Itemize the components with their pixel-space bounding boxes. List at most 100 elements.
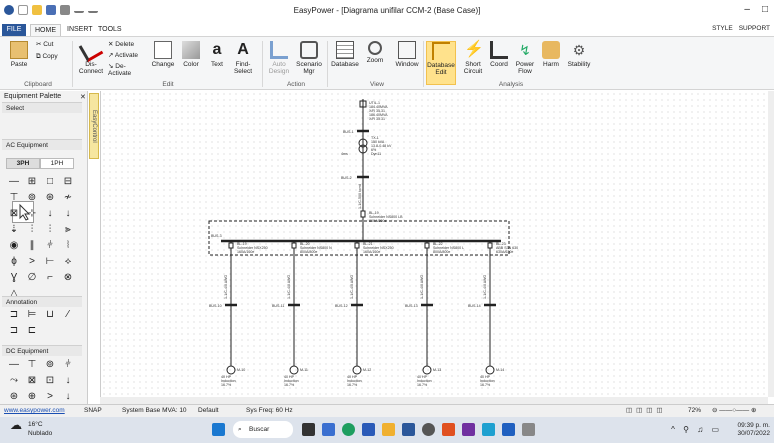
palette-symbol-icon[interactable]: ⊐ xyxy=(8,325,20,337)
palette-symbol-icon[interactable]: ↓ xyxy=(44,208,56,220)
palette-symbol-icon[interactable]: ⊤ xyxy=(8,192,20,204)
palette-symbol-icon[interactable]: ⊚ xyxy=(44,359,56,371)
motor-symbol[interactable] xyxy=(289,365,299,375)
palette-symbol-icon[interactable]: ⊗ xyxy=(62,272,74,284)
paste-button[interactable]: Paste xyxy=(4,41,34,68)
palette-symbol-icon[interactable]: ⊢ xyxy=(44,256,56,268)
delete-button[interactable]: ✕ Delete xyxy=(108,41,142,48)
palette-symbol-icon[interactable]: ∅ xyxy=(26,272,38,284)
edge-icon[interactable] xyxy=(342,423,355,436)
palette-symbol-icon[interactable]: ⊟ xyxy=(62,176,74,188)
tab-1ph[interactable]: 1PH xyxy=(40,158,74,169)
auto-design-button[interactable]: Auto Design xyxy=(264,41,294,75)
windows-start-icon[interactable] xyxy=(212,423,225,436)
file-explorer-icon[interactable] xyxy=(382,423,395,436)
window-button[interactable]: Window xyxy=(392,41,422,68)
tab-tools[interactable]: TOOLS xyxy=(94,24,126,36)
palette-symbol-icon[interactable]: ⌐ xyxy=(44,272,56,284)
palette-symbol-icon[interactable]: ↓ xyxy=(62,375,74,387)
motor-symbol[interactable] xyxy=(226,365,236,375)
palette-symbol-icon[interactable]: ⊏ xyxy=(26,325,38,337)
tab-3ph[interactable]: 3PH xyxy=(6,158,40,169)
app-icon[interactable] xyxy=(462,423,475,436)
scenario-manager-button[interactable]: Scenario Mgr xyxy=(294,41,324,75)
copy-button[interactable]: ⧉ Copy xyxy=(36,53,70,60)
database-view-button[interactable]: Database xyxy=(330,41,360,68)
restore-button[interactable]: □ xyxy=(762,4,768,15)
palette-symbol-icon[interactable]: — xyxy=(8,359,20,371)
palette-symbol-icon[interactable]: ⫶ xyxy=(26,224,38,236)
website-link[interactable]: www.easypower.com xyxy=(4,407,65,414)
feeder-breaker[interactable] xyxy=(354,242,360,249)
palette-symbol-icon[interactable]: ⫩ xyxy=(44,240,56,252)
palette-symbol-icon[interactable]: ⟡ xyxy=(62,256,74,268)
palette-symbol-icon[interactable]: ⦚ xyxy=(62,240,74,252)
palette-symbol-icon[interactable]: ⊤ xyxy=(26,359,38,371)
palette-symbol-icon[interactable]: ⊔ xyxy=(44,309,56,321)
palette-symbol-icon[interactable]: ⇣ xyxy=(8,224,20,236)
palette-symbol-icon[interactable]: > xyxy=(26,256,38,268)
palette-symbol-icon[interactable]: ⊨ xyxy=(26,309,38,321)
taskbar-search[interactable]: ⌕ Buscar xyxy=(233,421,293,438)
support-menu[interactable]: SUPPORT xyxy=(739,25,770,32)
tab-insert[interactable]: INSERT xyxy=(63,24,97,36)
store-icon[interactable] xyxy=(402,423,415,436)
annotation-section-header[interactable]: Annotation xyxy=(2,296,82,307)
palette-symbol-icon[interactable]: > xyxy=(44,391,56,403)
zoom-slider[interactable]: ⊖ ——○—— ⊕ xyxy=(712,405,756,417)
stability-button[interactable]: ⚙ Stability xyxy=(564,41,594,68)
palette-close-icon[interactable]: ✕ xyxy=(76,93,86,101)
palette-symbol-icon[interactable] xyxy=(44,325,56,337)
clock[interactable]: 09:39 p. m. 30/07/2022 xyxy=(737,422,770,438)
palette-symbol-icon[interactable]: ϕ xyxy=(8,256,20,268)
zoom-button[interactable]: Zoom xyxy=(360,41,390,64)
palette-symbol-icon[interactable]: ↓ xyxy=(62,208,74,220)
office-icon[interactable] xyxy=(442,423,455,436)
palette-symbol-icon[interactable]: ◉ xyxy=(8,240,20,252)
motor-symbol[interactable] xyxy=(485,365,495,375)
palette-symbol-icon[interactable]: ⁄ xyxy=(62,309,74,321)
select-section-header[interactable]: Select xyxy=(2,102,82,113)
harm-button[interactable]: Harm xyxy=(536,41,566,68)
system-tray[interactable]: ^ ⚲ ♫ ▭ xyxy=(671,425,722,434)
mail-icon[interactable] xyxy=(482,423,495,436)
palette-symbol-icon[interactable]: ⫸ xyxy=(62,224,74,236)
disconnect-button[interactable]: Dis-Connect xyxy=(76,37,106,75)
palette-symbol-icon[interactable]: ⫩ xyxy=(62,359,74,371)
palette-symbol-icon[interactable]: ↓ xyxy=(62,391,74,403)
palette-symbol-icon[interactable]: ⤳ xyxy=(8,375,20,387)
activate-button[interactable]: ↗ Activate xyxy=(108,52,142,59)
palette-symbol-icon[interactable]: ≁ xyxy=(62,192,74,204)
find-select-button[interactable]: A Find-Select xyxy=(228,41,258,75)
app-icon[interactable] xyxy=(522,423,535,436)
task-view-icon[interactable] xyxy=(302,423,315,436)
palette-symbol-icon[interactable]: ∥ xyxy=(26,240,38,252)
change-button[interactable]: Change xyxy=(148,41,178,68)
diagram-canvas[interactable]: UTIL-1 184.40MVA X/R 35.31 186.40MVA X/R 35.… xyxy=(100,91,768,397)
motor-symbol[interactable] xyxy=(422,365,432,375)
palette-symbol-icon[interactable]: ⊠ xyxy=(8,208,20,220)
main-breaker[interactable] xyxy=(360,210,366,218)
palette-symbol-icon[interactable]: ⊛ xyxy=(8,391,20,403)
teams-icon[interactable] xyxy=(322,423,335,436)
palette-symbol-icon[interactable]: ⊕ xyxy=(26,391,38,403)
cut-button[interactable]: ✂ Cut xyxy=(36,41,70,48)
feeder-breaker[interactable] xyxy=(424,242,430,249)
palette-symbol-icon[interactable]: Ɣ xyxy=(8,272,20,284)
palette-symbol-icon[interactable]: ⊛ xyxy=(44,192,56,204)
feeder-breaker[interactable] xyxy=(228,242,234,249)
palette-symbol-icon[interactable]: □ xyxy=(44,176,56,188)
feeder-breaker[interactable] xyxy=(291,242,297,249)
app-icon[interactable] xyxy=(422,423,435,436)
word-icon[interactable] xyxy=(362,423,375,436)
tab-file[interactable]: FILE xyxy=(2,24,26,36)
snap-indicator[interactable]: SNAP xyxy=(84,405,102,417)
database-edit-button[interactable]: Database Edit xyxy=(426,41,456,85)
zoom-tools[interactable]: ◫◫◫◫ xyxy=(626,405,667,417)
style-menu[interactable]: STYLE xyxy=(712,25,733,32)
dc-equipment-section-header[interactable]: DC Equipment xyxy=(2,345,82,356)
palette-symbol-icon[interactable]: ⊚ xyxy=(26,192,38,204)
palette-symbol-icon[interactable]: ⊞ xyxy=(26,176,38,188)
tab-home[interactable]: HOME xyxy=(30,24,61,36)
palette-symbol-icon[interactable]: ⊡ xyxy=(44,375,56,387)
